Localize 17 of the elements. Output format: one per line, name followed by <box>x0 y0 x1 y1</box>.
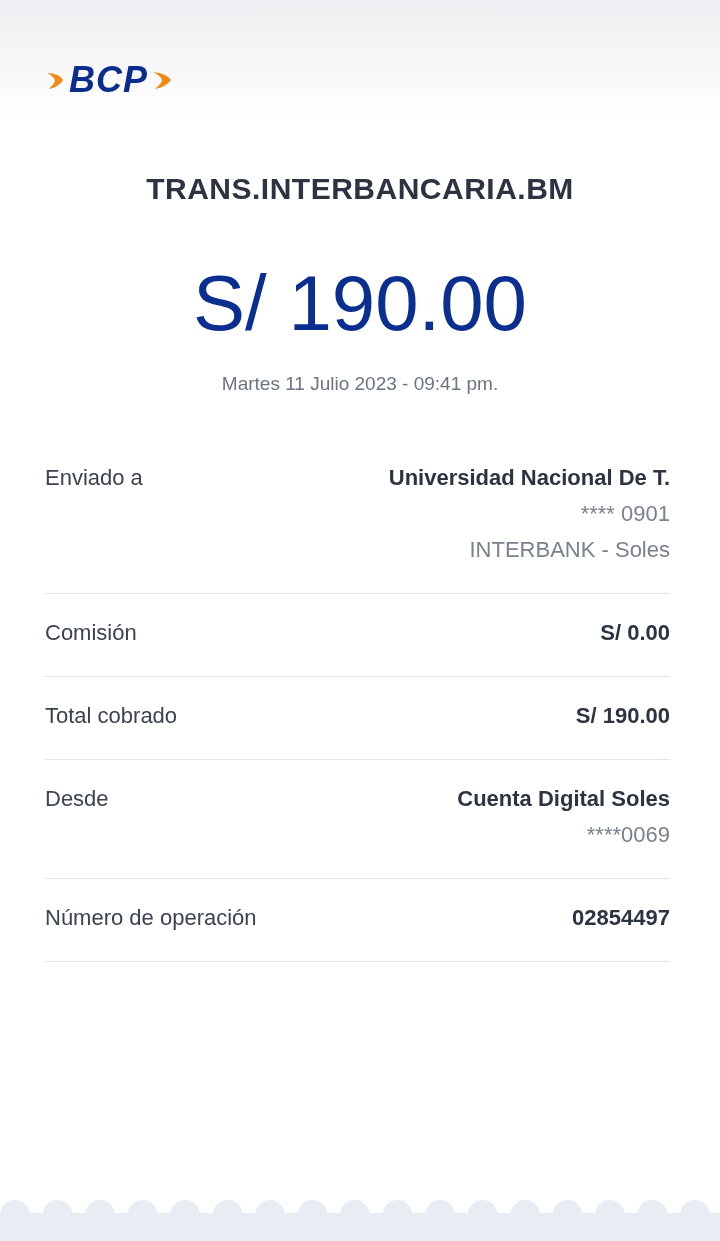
detail-value: **** 0901 <box>580 501 670 527</box>
detail-label: Número de operación <box>45 905 257 931</box>
detail-value: 02854497 <box>572 905 670 931</box>
detail-value: INTERBANK - Soles <box>469 537 670 563</box>
bcp-logo: BCP <box>45 62 174 98</box>
detail-label: Comisión <box>45 620 137 646</box>
detail-value: S/ 190.00 <box>575 703 670 729</box>
detail-label: Total cobrado <box>45 703 178 729</box>
transaction-title: TRANS.INTERBANCARIA.BM <box>145 172 575 206</box>
detail-value: Cuenta Digital Soles <box>457 786 670 812</box>
detail-value: ****0069 <box>586 822 670 848</box>
transaction-date: Martes 11 Julio 2023 - 09:41 pm. <box>220 373 500 395</box>
detail-value: S/ 0.00 <box>600 620 670 646</box>
detail-value: Universidad Nacional De T. <box>388 465 670 491</box>
detail-label: Enviado a <box>45 465 143 492</box>
detail-label: Desde <box>45 786 109 813</box>
amount: S/ 190.00 <box>192 258 528 349</box>
